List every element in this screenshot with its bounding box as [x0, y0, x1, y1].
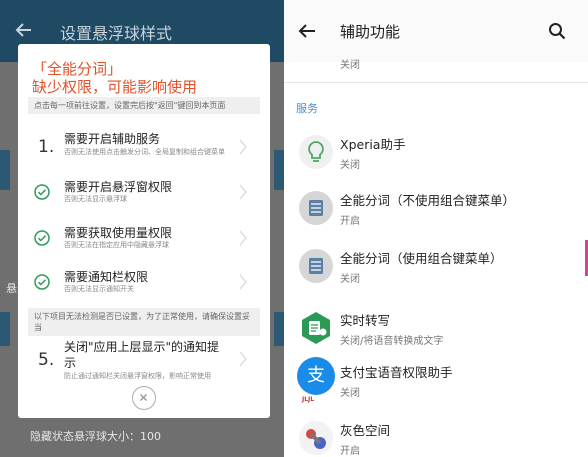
- left-page-title: 设置悬浮球样式: [60, 24, 173, 43]
- service-status: 开启: [340, 216, 360, 227]
- service-name: 实时转写: [340, 313, 391, 328]
- dialog-hint-undetectable: 以下项目无法检测是否已设置，为了正常使用，请确保设置妥当: [28, 308, 260, 336]
- service-name: 支付宝语音权限助手: [340, 365, 453, 380]
- background-stripe: [0, 150, 10, 190]
- service-item-grayspace[interactable]: 灰色空间 开启: [284, 412, 588, 457]
- permission-item-overlay[interactable]: 需要开启悬浮窗权限 否则无法显示悬浮球: [28, 174, 260, 210]
- check-circle-icon: [34, 230, 50, 246]
- bubble-size-label: 隐藏状态悬浮球大小：100: [30, 430, 161, 443]
- grayspace-icon: [298, 420, 334, 456]
- service-status: 开启: [340, 446, 360, 457]
- item-desc: 否则无法显示悬浮球: [64, 195, 127, 203]
- divider: [284, 82, 588, 83]
- back-arrow-icon[interactable]: [296, 20, 318, 42]
- chevron-right-icon: [238, 229, 248, 247]
- left-pane: 设置悬浮球样式 悬 隐藏状态悬浮球大小：100 「全能分词」 缺少权限，可能影响…: [0, 0, 284, 457]
- item-desc: 否则无法在指定应用中隐藏悬浮球: [64, 241, 169, 249]
- service-status: 关闭: [340, 160, 360, 171]
- transcribe-icon: [298, 310, 334, 346]
- item-desc: 防止通过通知栏关闭悬浮窗权限，影响正常使用: [64, 372, 211, 380]
- background-stripe: [274, 150, 284, 190]
- alipay-badge: JLJL: [302, 396, 315, 403]
- search-icon[interactable]: [548, 22, 566, 40]
- item-title-cont: 示: [64, 356, 77, 370]
- item-title: 需要通知栏权限: [64, 270, 149, 284]
- service-item-alipay[interactable]: 支 JLJL 支付宝语音权限助手 关闭: [284, 354, 588, 418]
- accessibility-app-bar: 辅助功能: [284, 0, 588, 62]
- chevron-right-icon: [238, 183, 248, 201]
- service-status: 关闭: [340, 274, 360, 285]
- screenshot-frame: 设置悬浮球样式 悬 隐藏状态悬浮球大小：100 「全能分词」 缺少权限，可能影响…: [0, 0, 588, 457]
- dialog-hint: 点击每一项前往设置，设置完后按"返回"键回到本页面: [28, 97, 260, 114]
- tagger-icon: [298, 190, 334, 226]
- background-stripe: [274, 312, 284, 346]
- service-name: Xperia助手: [340, 137, 406, 152]
- service-name: 全能分词（不使用组合键菜单）: [340, 193, 516, 208]
- background-label: 悬: [6, 282, 17, 295]
- item-desc: 否则无法使用点击触发分词、全局复制和组合键菜单: [64, 148, 225, 156]
- check-circle-icon: [34, 274, 50, 290]
- service-status: 关闭: [340, 388, 360, 399]
- item-number: 5.: [38, 350, 55, 370]
- item-title: 关闭"应用上层显示"的通知提: [64, 340, 220, 354]
- service-item-xperia[interactable]: Xperia助手 关闭: [284, 126, 588, 190]
- chevron-right-icon: [238, 138, 248, 156]
- background-stripe: [0, 312, 10, 346]
- service-name: 全能分词（使用组合键菜单）: [340, 251, 503, 266]
- service-item-tagger-combo[interactable]: 全能分词（使用组合键菜单） 关闭: [284, 240, 588, 304]
- permission-dialog: 「全能分词」 缺少权限，可能影响使用 点击每一项前往设置，设置完后按"返回"键回…: [18, 44, 270, 418]
- item-title: 需要开启辅助服务: [64, 132, 161, 146]
- chevron-right-icon: [238, 350, 248, 368]
- permission-item-accessibility[interactable]: 1. 需要开启辅助服务 否则无法使用点击触发分词、全局复制和组合键菜单: [28, 126, 260, 168]
- item-number: 1.: [38, 137, 55, 157]
- chevron-right-icon: [238, 273, 248, 291]
- permission-item-notification[interactable]: 需要通知栏权限 否则无法显示通知开关: [28, 264, 260, 300]
- page-title: 辅助功能: [340, 23, 401, 41]
- dialog-title-message: 缺少权限，可能影响使用: [32, 78, 198, 96]
- close-dialog-button[interactable]: [132, 386, 156, 410]
- check-circle-icon: [34, 184, 50, 200]
- item-desc: 否则无法显示通知开关: [64, 285, 134, 293]
- permission-item-overlay-notice[interactable]: 5. 关闭"应用上层显示"的通知提 示 防止通过通知栏关闭悬浮窗权限，影响正常使…: [28, 338, 260, 382]
- permission-item-usage[interactable]: 需要获取使用量权限 否则无法在指定应用中隐藏悬浮球: [28, 220, 260, 256]
- service-status: 关闭/将语音转换成文字: [340, 336, 444, 347]
- tagger-icon: [298, 248, 334, 284]
- back-arrow-icon[interactable]: [14, 20, 36, 42]
- alipay-icon: 支: [296, 356, 336, 396]
- service-name: 灰色空间: [340, 423, 391, 438]
- service-item-tagger-no-combo[interactable]: 全能分词（不使用组合键菜单） 开启: [284, 182, 588, 246]
- item-title: 需要开启悬浮窗权限: [64, 180, 173, 194]
- right-pane: 辅助功能 关闭 服务 Xperia助手 关闭 全能分词（不使用组合键菜单） 开启: [284, 0, 588, 457]
- bulb-icon: [298, 134, 334, 170]
- svg-text:支: 支: [307, 365, 325, 386]
- previous-item-status: 关闭: [340, 60, 360, 71]
- close-icon: [140, 394, 147, 401]
- item-title: 需要获取使用量权限: [64, 226, 173, 240]
- services-section-header: 服务: [296, 102, 318, 115]
